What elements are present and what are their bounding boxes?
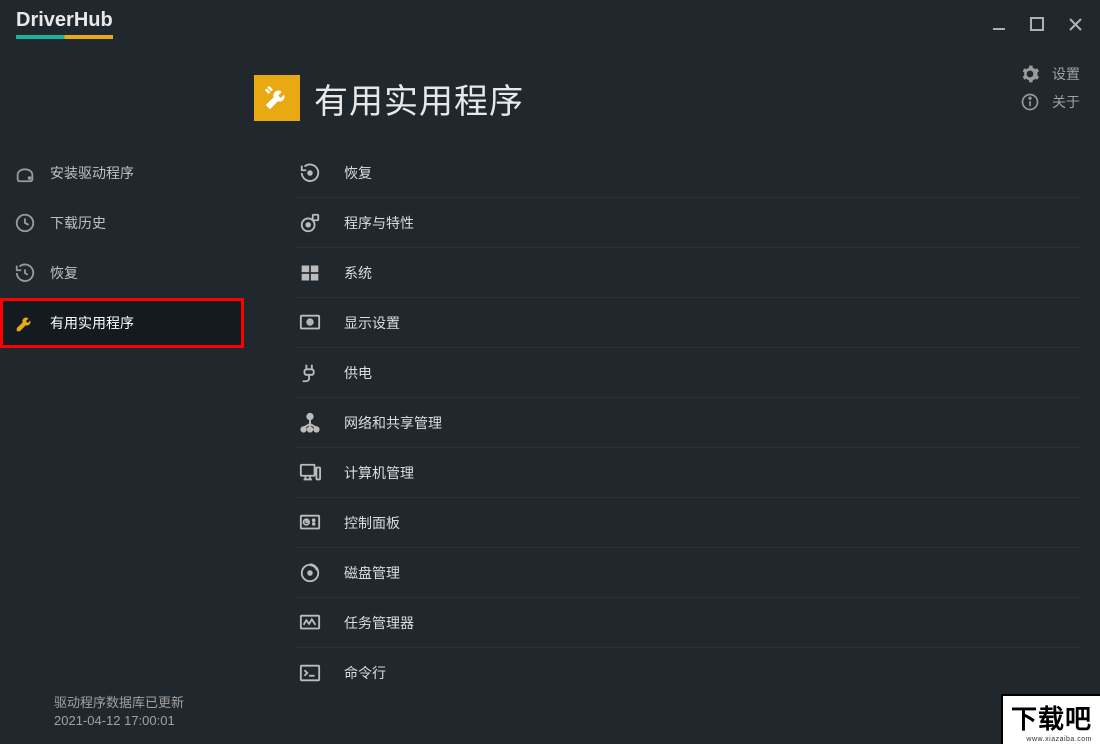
tool-control-panel[interactable]: 控制面板 (296, 498, 1080, 548)
watermark-url: www.xiazaiba.com (1011, 736, 1092, 743)
sidebar-item-label: 恢复 (50, 263, 78, 283)
sidebar-item-restore[interactable]: 恢复 (0, 248, 244, 298)
maximize-icon[interactable] (1028, 15, 1046, 33)
tool-command-line[interactable]: 命令行 (296, 648, 1080, 698)
clock-icon (0, 212, 50, 234)
tool-label: 任务管理器 (344, 613, 414, 633)
footer-status: 驱动程序数据库已更新 (54, 694, 244, 712)
power-plug-icon (296, 362, 324, 384)
window-controls (990, 15, 1084, 33)
tools-icon (0, 312, 50, 334)
network-icon (296, 412, 324, 434)
tools-icon (254, 75, 300, 121)
tool-network[interactable]: 网络和共享管理 (296, 398, 1080, 448)
info-icon (1020, 92, 1040, 112)
tool-label: 网络和共享管理 (344, 413, 442, 433)
tool-restore[interactable]: 恢复 (296, 148, 1080, 198)
sidebar-footer: 驱动程序数据库已更新 2021-04-12 17:00:01 (0, 694, 244, 744)
tool-label: 供电 (344, 363, 372, 383)
title-bar: DriverHub (0, 0, 1100, 48)
tool-disk-management[interactable]: 磁盘管理 (296, 548, 1080, 598)
minimize-icon[interactable] (990, 15, 1008, 33)
about-label: 关于 (1052, 92, 1080, 112)
disc-icon (296, 212, 324, 234)
windows-icon (296, 263, 324, 283)
tool-label: 程序与特性 (344, 213, 414, 233)
page-title-text: 有用实用程序 (314, 74, 524, 123)
tool-label: 命令行 (344, 663, 386, 683)
tool-computer-management[interactable]: 计算机管理 (296, 448, 1080, 498)
disk-drive-icon (0, 162, 50, 184)
tool-task-manager[interactable]: 任务管理器 (296, 598, 1080, 648)
close-icon[interactable] (1066, 15, 1084, 33)
about-button[interactable]: 关于 (1020, 92, 1080, 112)
activity-icon (296, 612, 324, 634)
sidebar: 安装驱动程序 下载历史 恢复 有用实用程 (0, 48, 244, 744)
sidebar-item-history[interactable]: 下载历史 (0, 198, 244, 248)
display-icon (296, 312, 324, 334)
sidebar-item-utilities[interactable]: 有用实用程序 (0, 298, 244, 348)
gear-icon (1020, 64, 1040, 84)
tool-list: 恢复 程序与特性 系统 显示设置 (244, 148, 1100, 698)
restore-icon (296, 162, 324, 184)
content: 有用实用程序 设置 关于 (244, 48, 1100, 744)
tool-label: 系统 (344, 263, 372, 283)
disc-icon (296, 562, 324, 584)
tool-label: 磁盘管理 (344, 563, 400, 583)
watermark: 下载吧 www.xiazaiba.com (1001, 694, 1100, 744)
app-logo: DriverHub (16, 9, 113, 39)
control-panel-icon (296, 512, 324, 534)
tool-label: 显示设置 (344, 313, 400, 333)
restore-icon (0, 262, 50, 284)
sidebar-item-label: 下载历史 (50, 213, 106, 233)
tool-power[interactable]: 供电 (296, 348, 1080, 398)
settings-button[interactable]: 设置 (1020, 64, 1080, 84)
tool-system[interactable]: 系统 (296, 248, 1080, 298)
settings-label: 设置 (1052, 64, 1080, 84)
main: 安装驱动程序 下载历史 恢复 有用实用程 (0, 48, 1100, 744)
content-header: 有用实用程序 设置 关于 (244, 48, 1100, 148)
top-actions: 设置 关于 (1020, 64, 1080, 112)
tool-label: 控制面板 (344, 513, 400, 533)
watermark-text: 下载吧 (1011, 699, 1092, 736)
tool-label: 恢复 (344, 163, 372, 183)
sidebar-item-install[interactable]: 安装驱动程序 (0, 148, 244, 198)
tool-display[interactable]: 显示设置 (296, 298, 1080, 348)
terminal-icon (296, 662, 324, 684)
page-title: 有用实用程序 (254, 74, 524, 123)
monitor-icon (296, 462, 324, 484)
tool-programs-features[interactable]: 程序与特性 (296, 198, 1080, 248)
sidebar-item-label: 有用实用程序 (50, 313, 134, 333)
sidebar-item-label: 安装驱动程序 (50, 163, 134, 183)
tool-label: 计算机管理 (344, 463, 414, 483)
footer-timestamp: 2021-04-12 17:00:01 (54, 712, 244, 730)
